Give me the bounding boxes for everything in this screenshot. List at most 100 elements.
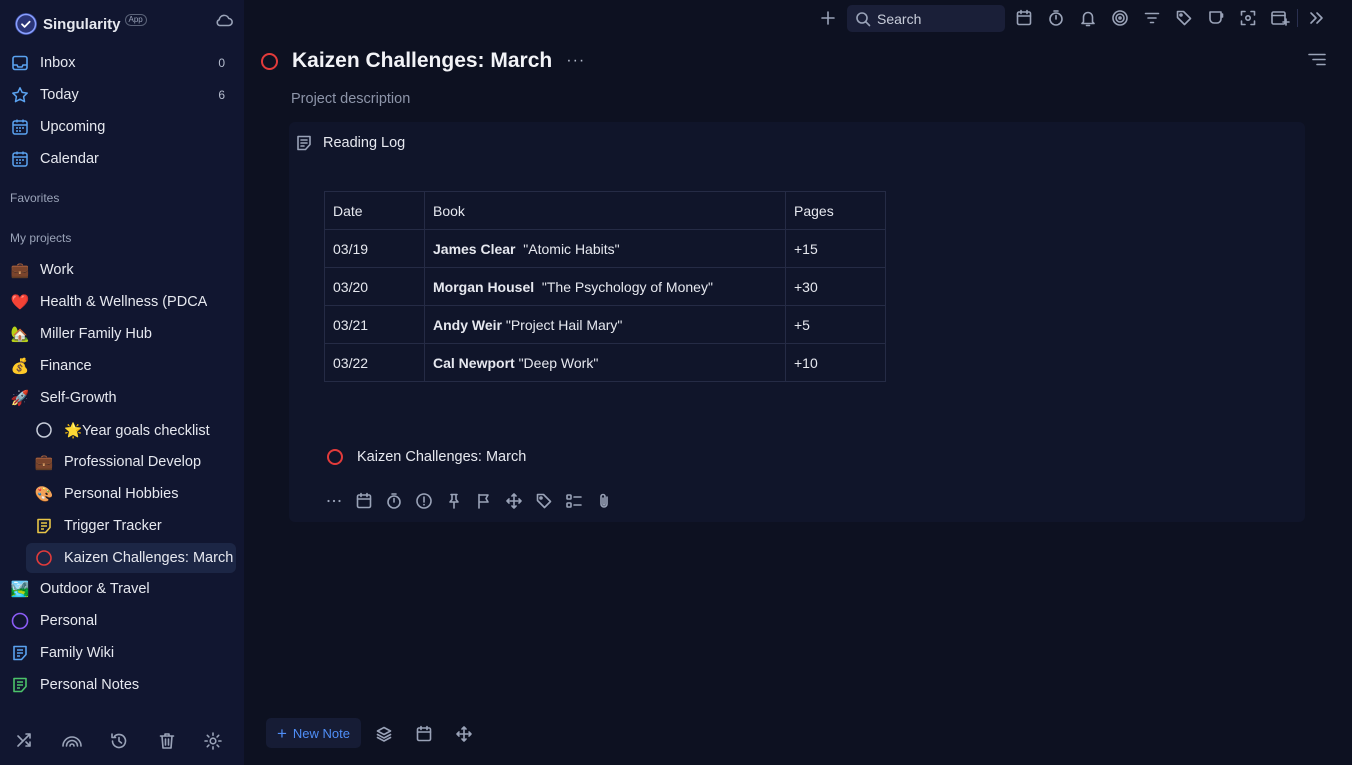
app-brand[interactable]: Singularity App: [15, 12, 147, 36]
move-icon[interactable]: [505, 492, 523, 510]
priority-icon[interactable]: [415, 492, 433, 510]
table-cell-pages[interactable]: +30: [785, 267, 886, 306]
sort-lines-icon[interactable]: [1307, 52, 1327, 68]
calendar-icon[interactable]: [415, 725, 433, 743]
project-outdoor-travel[interactable]: 🏞️ Outdoor & Travel: [10, 575, 220, 603]
project-family-wiki[interactable]: Family Wiki: [10, 639, 220, 667]
project-status-circle-icon: [327, 449, 343, 465]
page-title[interactable]: Kaizen Challenges: March: [292, 49, 552, 73]
project-status-circle-icon[interactable]: [261, 52, 278, 70]
project-description[interactable]: Project description: [291, 91, 410, 107]
rocket-icon: 🚀: [10, 390, 30, 407]
search-box[interactable]: [847, 5, 1005, 32]
book-author: James Clear: [433, 240, 516, 257]
nav-inbox[interactable]: Inbox 0: [10, 49, 235, 77]
book-title: "Deep Work": [514, 354, 599, 371]
layers-icon[interactable]: [375, 725, 393, 743]
timer-icon[interactable]: [1047, 9, 1065, 27]
table-cell-pages[interactable]: +5: [785, 305, 886, 344]
project-personal[interactable]: Personal: [10, 607, 220, 635]
project-professional-development[interactable]: 💼 Professional Develop: [34, 448, 204, 476]
project-health-wellness[interactable]: ❤️ Health & Wellness (PDCA: [10, 288, 210, 316]
tag-icon[interactable]: [535, 492, 553, 510]
paperclip-icon[interactable]: [595, 492, 613, 510]
table-header-row: Date Book Pages: [324, 191, 886, 230]
note-card[interactable]: Reading Log Date Book Pages 03/19 James …: [289, 122, 1305, 522]
book-author: Morgan Housel: [433, 278, 535, 295]
nav-upcoming[interactable]: Upcoming: [10, 113, 235, 141]
shuffle-icon[interactable]: [15, 731, 35, 751]
timer-icon[interactable]: [385, 492, 403, 510]
project-personal-notes[interactable]: Personal Notes: [10, 671, 220, 699]
note-icon: [10, 675, 30, 695]
table-cell-date[interactable]: 03/21: [324, 305, 425, 344]
palette-icon: 🎨: [34, 486, 54, 503]
column-header-pages[interactable]: Pages: [785, 191, 886, 230]
project-label: Personal Notes: [40, 677, 140, 693]
move-icon[interactable]: [455, 725, 473, 743]
project-self-growth[interactable]: 🚀 Self-Growth: [10, 384, 220, 412]
heart-icon: ❤️: [10, 294, 30, 311]
more-icon[interactable]: [325, 492, 343, 510]
project-finance[interactable]: 💰 Finance: [10, 352, 220, 380]
chevrons-right-icon[interactable]: [1307, 9, 1325, 27]
checklist-icon[interactable]: [565, 492, 583, 510]
table-cell-book[interactable]: Andy Weir "Project Hail Mary": [424, 305, 786, 344]
project-trigger-tracker[interactable]: Trigger Tracker: [34, 512, 234, 540]
my-projects-label[interactable]: My projects: [10, 231, 71, 245]
focus-target-icon[interactable]: [1111, 9, 1129, 27]
trash-icon[interactable]: [157, 731, 177, 751]
new-note-button[interactable]: + New Note: [266, 718, 361, 748]
linked-project-task[interactable]: Kaizen Challenges: March: [327, 447, 526, 467]
book-title: "Project Hail Mary": [501, 316, 623, 333]
bell-icon[interactable]: [1079, 9, 1097, 27]
nav-today[interactable]: Today 6: [10, 81, 235, 109]
cloud-sync-icon[interactable]: [214, 11, 234, 29]
column-header-book[interactable]: Book: [424, 191, 786, 230]
table-cell-pages[interactable]: +10: [785, 343, 886, 382]
pin-icon[interactable]: [445, 492, 463, 510]
table-cell-pages[interactable]: +15: [785, 229, 886, 268]
habit-cup-icon[interactable]: [1207, 9, 1225, 27]
table-cell-date[interactable]: 03/19: [324, 229, 425, 268]
table-cell-book[interactable]: James Clear "Atomic Habits": [424, 229, 786, 268]
project-label: Personal Hobbies: [64, 486, 179, 502]
sidebar-footer: [0, 728, 244, 754]
project-kaizen-challenges-march[interactable]: Kaizen Challenges: March: [26, 543, 236, 573]
project-miller-family-hub[interactable]: 🏡 Miller Family Hub: [10, 320, 220, 348]
nav-label: Upcoming: [40, 119, 106, 135]
landscape-icon: 🏞️: [10, 581, 30, 598]
search-input[interactable]: [877, 10, 997, 27]
add-window-icon[interactable]: [1270, 9, 1290, 27]
flag-icon[interactable]: [475, 492, 493, 510]
more-options-button[interactable]: ···: [566, 52, 585, 70]
rainbow-icon[interactable]: [61, 731, 83, 751]
tag-icon[interactable]: [1175, 9, 1193, 27]
search-icon: [855, 11, 871, 27]
favorites-label: Favorites: [10, 191, 60, 205]
filter-icon[interactable]: [1143, 9, 1161, 27]
note-title[interactable]: Reading Log: [323, 135, 405, 151]
circle-outline-icon: [34, 420, 54, 440]
table-row: 03/22 Cal Newport "Deep Work" +10: [324, 343, 886, 382]
plus-icon: +: [276, 723, 287, 743]
column-header-date[interactable]: Date: [324, 191, 425, 230]
history-icon[interactable]: [109, 731, 129, 751]
project-label: Kaizen Challenges: March: [64, 550, 234, 566]
table-cell-date[interactable]: 03/22: [324, 343, 425, 382]
project-personal-hobbies[interactable]: 🎨 Personal Hobbies: [34, 480, 234, 508]
table-cell-date[interactable]: 03/20: [324, 267, 425, 306]
book-author: Andy Weir: [433, 316, 502, 333]
project-label: Outdoor & Travel: [40, 581, 150, 597]
gear-icon[interactable]: [203, 731, 223, 751]
project-work[interactable]: 💼 Work: [10, 256, 220, 284]
table-cell-book[interactable]: Cal Newport "Deep Work": [424, 343, 786, 382]
table-cell-book[interactable]: Morgan Housel "The Psychology of Money": [424, 267, 786, 306]
calendar-icon[interactable]: [1015, 9, 1033, 27]
screenshot-icon[interactable]: [1239, 9, 1257, 27]
calendar-icon[interactable]: [355, 492, 373, 510]
nav-calendar[interactable]: Calendar: [10, 145, 235, 173]
add-icon[interactable]: [819, 9, 837, 27]
table-row: 03/21 Andy Weir "Project Hail Mary" +5: [324, 305, 886, 344]
project-year-goals-checklist[interactable]: 🌟Year goals checklist: [34, 416, 234, 444]
